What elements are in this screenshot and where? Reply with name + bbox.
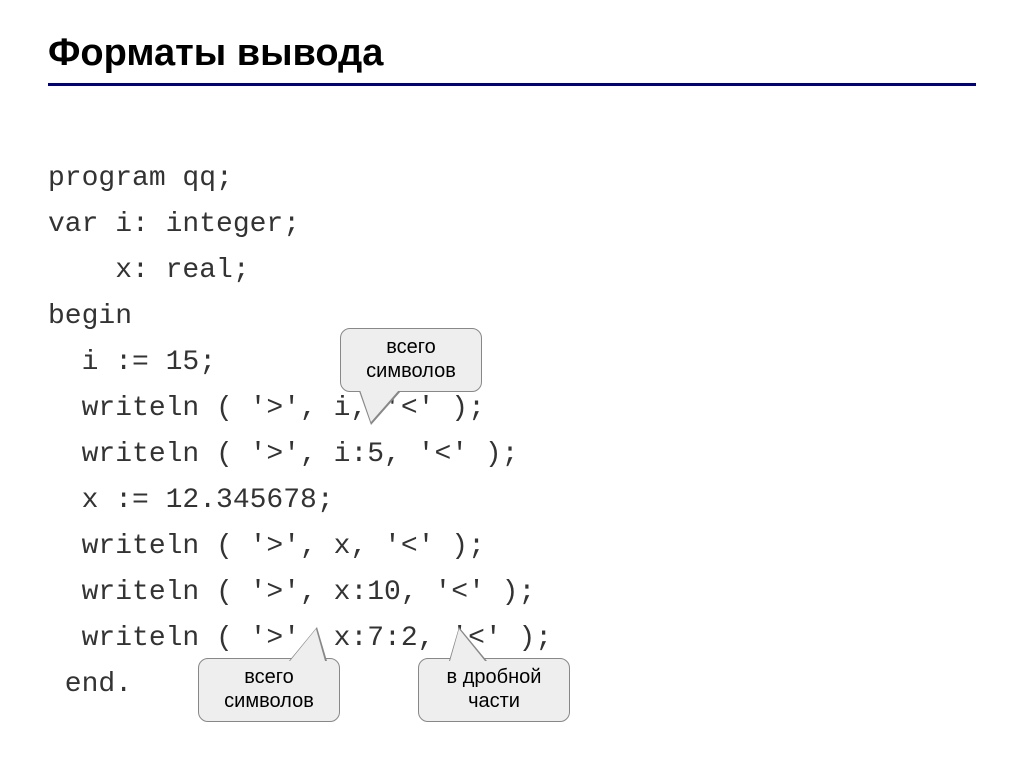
code-line: begin (48, 301, 132, 332)
code-line: var i: integer; (48, 209, 300, 240)
callout-text: в дробной (447, 666, 542, 688)
callout-tail (450, 629, 485, 661)
callout-total-chars-bottom: всего символов (198, 658, 340, 722)
code-line: writeln ( '>', x, '<' ); (48, 531, 485, 562)
slide: Форматы вывода program qq; var i: intege… (0, 0, 1024, 754)
callout-tail (360, 390, 399, 422)
code-line: x := 12.345678; (48, 485, 334, 516)
slide-title: Форматы вывода (48, 32, 976, 75)
callout-fraction-part: в дробной части (418, 658, 570, 722)
callout-text: всего (386, 336, 436, 358)
code-line: end. (48, 669, 132, 700)
code-line: writeln ( '>', x:10, '<' ); (48, 577, 535, 608)
code-line: i := 15; (48, 347, 216, 378)
callout-tail (290, 629, 325, 661)
title-rule (48, 83, 976, 86)
callout-total-chars-top: всего символов (340, 328, 482, 392)
callout-text: части (468, 690, 520, 712)
code-line: writeln ( '>', i:5, '<' ); (48, 439, 518, 470)
code-line: writeln ( '>', i, '<' ); (48, 393, 485, 424)
code-line: x: real; (48, 255, 250, 286)
code-line: program qq; (48, 163, 233, 194)
callout-text: символов (224, 690, 314, 712)
callout-text: всего (244, 666, 294, 688)
callout-text: символов (366, 360, 456, 382)
